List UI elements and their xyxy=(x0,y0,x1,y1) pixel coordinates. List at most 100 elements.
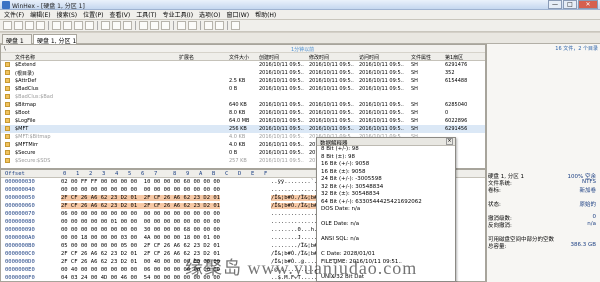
menu-item-4[interactable]: 查看(V) xyxy=(109,10,130,19)
folder-icon xyxy=(5,70,10,75)
hex-bytes[interactable]: 2F CF 26 A6 62 23 D2 01 2F CF 26 A6 62 2… xyxy=(61,203,220,209)
tab-disk1-partition1[interactable]: 硬盘 1, 分区 1 xyxy=(33,34,77,45)
hex-bytes[interactable]: 06 00 00 00 00 00 00 00 00 00 00 00 00 0… xyxy=(61,211,220,217)
file-cell: 2016/10/11 09:5.. xyxy=(309,126,354,132)
file-cell: 2016/10/11 09:5.. xyxy=(309,70,354,76)
menu-item-1[interactable]: 编辑(E) xyxy=(30,10,50,19)
hex-bytes[interactable]: 00 00 00 00 00 00 00 00 30 00 00 00 68 0… xyxy=(61,227,220,233)
file-row[interactable]: (根目录) 2016/10/11 09:5.. 2016/10/11 09:5.. 2… xyxy=(1,69,485,77)
minimize-button[interactable]: — xyxy=(548,0,562,9)
file-cell: 0 B xyxy=(229,150,238,156)
hex-bytes[interactable]: 00 00 00 00 00 00 00 00 00 00 00 00 00 0… xyxy=(61,187,220,193)
close-icon[interactable]: × xyxy=(446,138,453,145)
file-cell: 6285040 xyxy=(445,102,468,108)
interpreter-row: 24 Bit (+/-): -3005598 xyxy=(321,176,382,182)
interpreter-row: 32 Bit (+/-): 30548834 xyxy=(321,183,384,190)
file-cell: $LogFile xyxy=(15,118,36,124)
file-row[interactable]: $LogFile 64.0 MB 2016/10/11 09:5.. 2016/10/… xyxy=(1,117,485,125)
help-icon[interactable] xyxy=(231,21,240,30)
column-header[interactable]: 文件属性 xyxy=(411,54,431,61)
menu-item-8[interactable]: 窗口(W) xyxy=(226,10,249,19)
calc-icon[interactable] xyxy=(204,21,213,30)
hex-column-label: 7 xyxy=(154,171,158,177)
search-icon[interactable] xyxy=(101,21,110,30)
file-row[interactable]: $Boot 8.0 KB 2016/10/11 09:5.. 2016/10/11 0… xyxy=(1,109,485,117)
folder-icon xyxy=(5,118,10,123)
toolbar-separator xyxy=(173,21,174,30)
column-header[interactable]: 创建时间 xyxy=(259,54,279,61)
hex-column-label: C xyxy=(225,171,229,177)
hex-bytes[interactable]: 05 00 00 00 00 00 05 00 2F CF 26 A6 62 2… xyxy=(61,243,220,249)
title-bar: WinHex - [硬盘 1, 分区 1] — □ ✕ xyxy=(0,0,600,10)
goto-icon[interactable] xyxy=(139,21,148,30)
menu-item-3[interactable]: 位置(P) xyxy=(83,10,103,19)
info-row: 可用磁盘空间中部分的空数 xyxy=(488,235,598,243)
column-header[interactable]: 访问时间 xyxy=(359,54,379,61)
ram-icon[interactable] xyxy=(188,21,197,30)
column-header[interactable]: 文件大小 xyxy=(229,54,249,61)
open-icon[interactable] xyxy=(14,21,23,30)
undo-icon[interactable] xyxy=(52,21,61,30)
tab-disk1[interactable]: 硬盘 1 xyxy=(2,34,32,45)
info-row: 状态: 原始的 xyxy=(488,200,598,208)
hex-bytes[interactable]: 00 00 00 00 00 01 00 00 00 00 00 00 00 0… xyxy=(61,219,220,225)
hex-offset: 000000040 xyxy=(5,187,35,193)
file-cell: 2016/10/11 09:5.. xyxy=(359,62,404,68)
menu-item-6[interactable]: 专业工具(I) xyxy=(163,10,193,19)
find-hex-icon[interactable] xyxy=(112,21,121,30)
file-cell: SH xyxy=(411,86,418,92)
toolbar-separator xyxy=(135,21,136,30)
menu-item-2[interactable]: 搜索(S) xyxy=(57,10,78,19)
paste-icon[interactable] xyxy=(85,21,94,30)
hex-bytes[interactable]: 00 00 18 00 00 00 03 00 4A 00 00 00 18 0… xyxy=(61,235,220,241)
file-cell: 4.0 KB xyxy=(229,134,246,140)
file-row[interactable]: $BadClus:$Bad xyxy=(1,93,485,101)
file-cell: $MFT xyxy=(15,126,29,132)
watermark-text: 缘聚岛 www.yuanjudao.com xyxy=(185,258,418,278)
forward-icon[interactable] xyxy=(161,21,170,30)
column-header[interactable]: 第1扇区 xyxy=(445,54,463,61)
file-cell: 2016/10/11 09:5.. xyxy=(309,86,354,92)
replace-icon[interactable] xyxy=(123,21,132,30)
print-icon[interactable] xyxy=(36,21,45,30)
file-row[interactable]: $Bitmap 640 KB 2016/10/11 09:5.. 2016/10/11… xyxy=(1,101,485,109)
file-cell: 2016/10/11 09:5.. xyxy=(259,158,304,164)
info-value: n/a xyxy=(587,221,596,227)
hex-column-label: F xyxy=(264,171,268,177)
menu-item-7[interactable]: 选项(O) xyxy=(199,10,220,19)
file-row[interactable]: $Extend 2016/10/11 09:5.. 2016/10/11 09:5.… xyxy=(1,61,485,69)
column-header[interactable]: 修改时间 xyxy=(309,54,329,61)
file-cell: 2016/10/11 09:5.. xyxy=(359,102,404,108)
save-icon[interactable] xyxy=(25,21,34,30)
folder-icon xyxy=(5,94,10,99)
column-header[interactable]: 文件名称 xyxy=(15,54,35,61)
new-icon[interactable] xyxy=(3,21,12,30)
menu-item-9[interactable]: 帮助(H) xyxy=(255,10,276,19)
hash-icon[interactable] xyxy=(215,21,224,30)
info-value: 386.3 GB xyxy=(570,242,596,248)
interpreter-row: 8 Bit (±): 98 xyxy=(321,153,355,160)
file-cell: $BadClus xyxy=(15,86,39,92)
file-cell: $AttrDef xyxy=(15,78,37,84)
menu-item-5[interactable]: 工具(T) xyxy=(136,10,156,19)
disk-icon[interactable] xyxy=(177,21,186,30)
menu-item-0[interactable]: 文件(F) xyxy=(4,10,24,19)
maximize-button[interactable]: □ xyxy=(563,0,577,9)
folder-icon xyxy=(5,150,10,155)
file-cell: (根目录) xyxy=(15,71,34,77)
file-cell: $Boot xyxy=(15,110,30,116)
file-cell: 2016/10/11 09:5.. xyxy=(259,126,304,132)
column-header[interactable]: 扩展名 xyxy=(179,54,194,61)
interpreter-row: ANSI SQL: n/a xyxy=(321,236,359,242)
hex-offset: 000000090 xyxy=(5,227,35,233)
back-icon[interactable] xyxy=(150,21,159,30)
cut-icon[interactable] xyxy=(63,21,72,30)
file-row[interactable]: $MFT 256 KB 2016/10/11 09:5.. 2016/10/11 09… xyxy=(1,125,485,133)
file-row[interactable]: $BadClus 0 B 2016/10/11 09:5.. 2016/10/11 0… xyxy=(1,85,485,93)
close-button[interactable]: ✕ xyxy=(578,0,598,9)
hex-bytes[interactable]: 02 00 FF FF 00 00 00 00 10 00 00 00 60 0… xyxy=(61,179,220,185)
hex-bytes[interactable]: 2F CF 26 A6 62 23 D2 01 2F CF 26 A6 62 2… xyxy=(61,195,220,201)
file-cell: $Extend xyxy=(15,62,36,68)
file-row[interactable]: $AttrDef 2.5 KB 2016/10/11 09:5.. 2016/10/1… xyxy=(1,77,485,85)
copy-icon[interactable] xyxy=(74,21,83,30)
